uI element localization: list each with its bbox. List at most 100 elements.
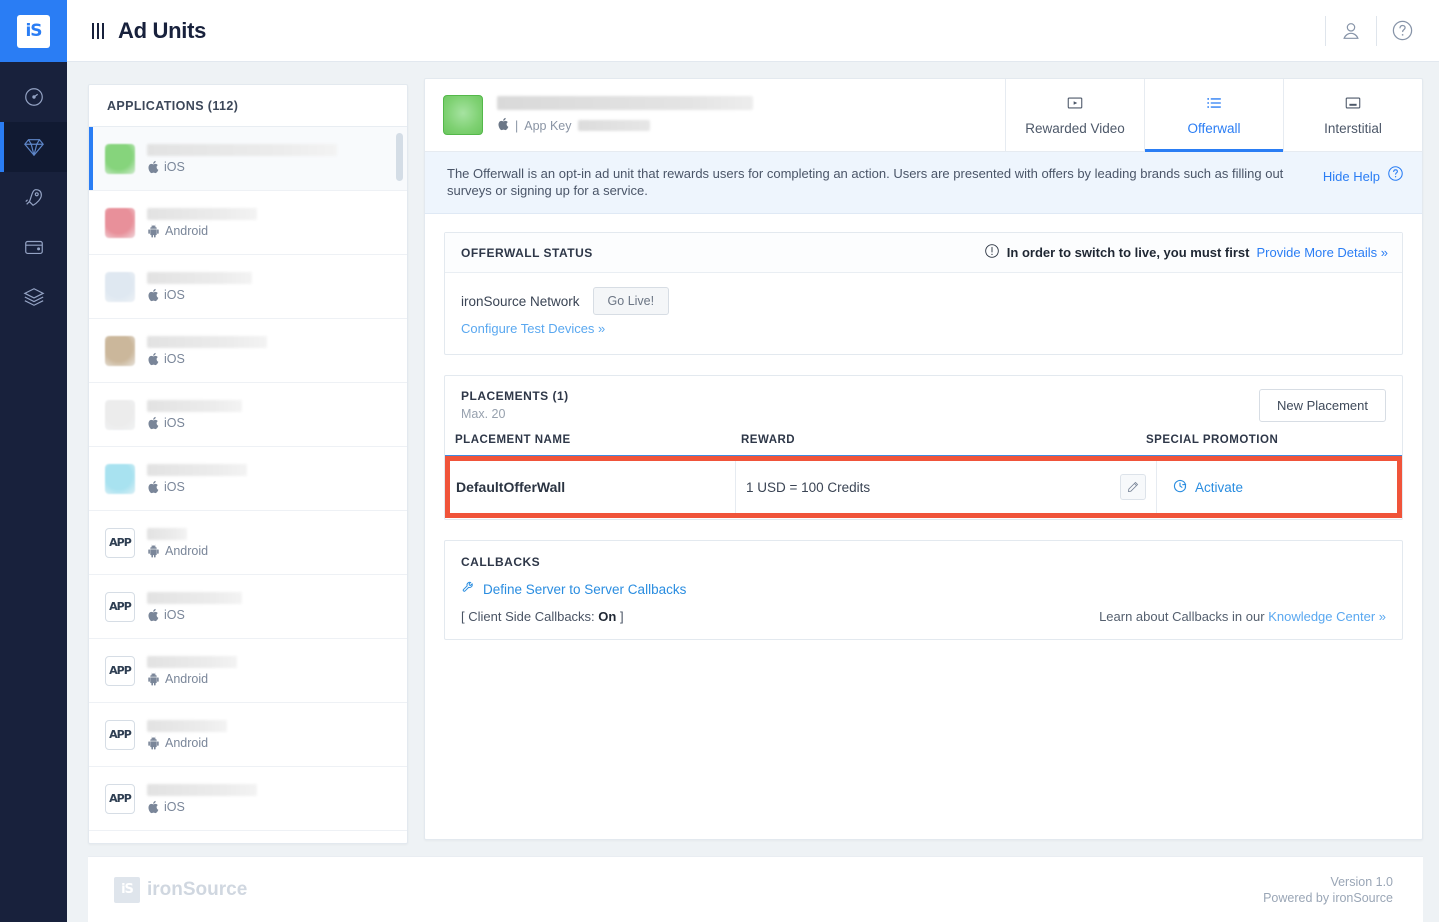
placement-reward-cell: 1 USD = 100 Credits [736, 461, 1157, 513]
application-list-item[interactable]: APPiOS [89, 575, 407, 639]
platform-label: Android [165, 672, 208, 686]
tab-label: Interstitial [1324, 121, 1382, 136]
applications-list[interactable]: iOS Android iOS iOS iOS iOS APP Android APPiOS AP… [89, 127, 407, 843]
nav-item-promote[interactable] [0, 172, 67, 222]
app-separator: | [515, 119, 518, 133]
provide-more-details-link[interactable]: Provide More Details » [1257, 245, 1389, 260]
application-name-redacted [147, 144, 337, 156]
application-list-item[interactable]: iOS [89, 319, 407, 383]
help-circle-icon[interactable] [1381, 14, 1423, 48]
application-list-item[interactable]: iOS [89, 383, 407, 447]
offerwall-status-section: OFFERWALL STATUS In order to switch to l… [444, 232, 1403, 355]
exclamation-circle-icon [984, 243, 1000, 262]
application-name-redacted [147, 656, 237, 668]
table-row[interactable]: DefaultOfferWall 1 USD = 100 Credits [450, 461, 1397, 513]
application-list-item[interactable]: APP Android [89, 703, 407, 767]
app-key-value-redacted [578, 120, 650, 131]
application-list-item[interactable]: iOS [89, 447, 407, 511]
apple-icon [147, 416, 159, 430]
activate-promotion-button[interactable]: Activate [1157, 461, 1397, 513]
application-list-item[interactable]: iOS [89, 255, 407, 319]
app-placeholder-icon: APP [105, 720, 135, 750]
footer-logo-word: ironSource [147, 879, 247, 901]
apple-icon [147, 480, 159, 494]
platform-label: iOS [164, 608, 185, 622]
placement-name-cell: DefaultOfferWall [450, 461, 736, 513]
tab-rewarded-video[interactable]: Rewarded Video [1005, 79, 1144, 151]
knowledge-center-link[interactable]: Knowledge Center » [1268, 609, 1386, 624]
application-list-item[interactable]: APPAndroid [89, 639, 407, 703]
tab-label: Offerwall [1187, 121, 1240, 136]
app-thumbnail-icon [105, 336, 135, 366]
page-title: Ad Units [118, 18, 206, 44]
apple-icon [497, 117, 509, 134]
hamburger-icon[interactable] [92, 23, 104, 39]
header-divider [1325, 16, 1326, 46]
application-name-redacted [147, 528, 187, 540]
nav-item-wallet[interactable] [0, 222, 67, 272]
define-callbacks-label: Define Server to Server Callbacks [483, 582, 686, 597]
application-platform: iOS [147, 288, 252, 302]
callbacks-section: CALLBACKS Define Server to Server Callba… [444, 540, 1403, 640]
define-server-callbacks-link[interactable]: Define Server to Server Callbacks [461, 580, 1386, 598]
tab-label: Rewarded Video [1025, 121, 1125, 136]
application-name-redacted [147, 464, 247, 476]
platform-label: Android [165, 736, 208, 750]
help-banner: The Offerwall is an opt-in ad unit that … [425, 152, 1422, 214]
application-list-item[interactable]: APPAndroid [89, 511, 407, 575]
client-side-value: On [598, 609, 616, 624]
application-name-redacted [147, 592, 242, 604]
help-banner-text: The Offerwall is an opt-in ad unit that … [447, 165, 1323, 199]
android-icon [147, 672, 160, 686]
applications-header: APPLICATIONS (112) [89, 85, 407, 127]
column-header-special-promotion: SPECIAL PROMOTION [1146, 434, 1386, 446]
android-icon [147, 224, 160, 238]
app-thumbnail-icon [105, 464, 135, 494]
platform-label: iOS [164, 480, 185, 494]
user-icon[interactable] [1330, 14, 1372, 48]
interstitial-box-icon [1344, 94, 1362, 115]
application-name-redacted [147, 784, 257, 796]
tab-offerwall[interactable]: Offerwall [1144, 79, 1283, 151]
go-live-button[interactable]: Go Live! [593, 287, 670, 315]
apple-icon [147, 800, 159, 814]
configure-test-devices-link[interactable]: Configure Test Devices » [461, 321, 605, 336]
column-header-reward: REWARD [741, 434, 1146, 446]
pencil-icon[interactable] [1120, 474, 1146, 500]
application-name-redacted [147, 272, 252, 284]
application-list-item[interactable]: iOS [89, 127, 407, 191]
application-platform: Android [147, 736, 227, 750]
hide-help-button[interactable]: Hide Help [1323, 169, 1380, 184]
nav-item-dashboard[interactable] [0, 72, 67, 122]
nav-item-layers[interactable] [0, 272, 67, 322]
callbacks-title: CALLBACKS [461, 555, 1386, 569]
placements-title: PLACEMENTS (1) [461, 389, 569, 403]
ironsource-logo[interactable]: iS [0, 0, 67, 62]
selected-app-strip: | App Key Rewarded Video [425, 79, 1422, 152]
selected-app-info: | App Key [425, 79, 1005, 151]
application-platform: iOS [147, 800, 257, 814]
app-thumbnail-icon [105, 208, 135, 238]
application-platform: iOS [147, 352, 267, 366]
application-platform: iOS [147, 160, 337, 174]
nav-item-ad-units[interactable] [0, 122, 67, 172]
list-icon [1205, 94, 1223, 115]
apple-icon [147, 352, 159, 366]
application-platform: Android [147, 544, 208, 558]
logo-mark: iS [17, 15, 50, 48]
placements-table: PLACEMENT NAME REWARD SPECIAL PROMOTION … [445, 434, 1402, 519]
help-circle-icon[interactable] [1387, 165, 1404, 187]
application-list-item[interactable]: Android [89, 191, 407, 255]
new-placement-button[interactable]: New Placement [1259, 389, 1386, 422]
application-name-redacted [147, 400, 242, 412]
activate-label: Activate [1195, 480, 1243, 495]
application-platform: iOS [147, 416, 242, 430]
application-platform: iOS [147, 608, 242, 622]
android-icon [147, 544, 160, 558]
application-list-item[interactable]: APPiOS [89, 767, 407, 831]
tab-interstitial[interactable]: Interstitial [1283, 79, 1422, 151]
learn-prefix: Learn about Callbacks in our [1099, 609, 1265, 624]
column-header-placement-name: PLACEMENT NAME [455, 434, 741, 446]
status-warning: In order to switch to live, you must fir… [984, 243, 1388, 262]
selected-app-name-redacted [497, 96, 753, 110]
